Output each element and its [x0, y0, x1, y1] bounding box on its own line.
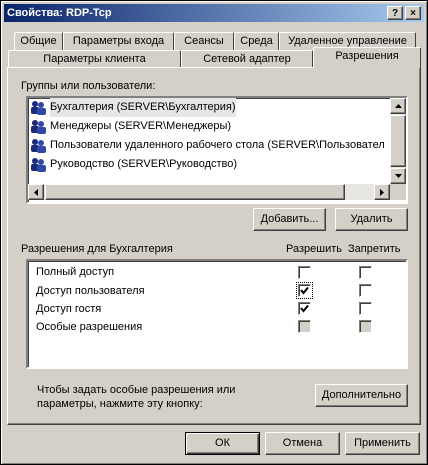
advanced-hint-line1: Чтобы задать особые разрешения или: [37, 384, 236, 396]
allow-checkbox-full-access[interactable]: [298, 266, 311, 279]
scroll-down-arrow-icon[interactable]: [390, 168, 406, 184]
allow-checkbox-guest-access[interactable]: [298, 302, 311, 315]
list-item-label: Бухгалтерия (SERVER\Бухгалтерия): [50, 98, 236, 117]
apply-button[interactable]: Применить: [345, 432, 420, 455]
list-item[interactable]: Пользователи удаленного рабочего стола (…: [30, 136, 385, 155]
permission-name: Доступ пользователя: [36, 285, 145, 297]
deny-checkbox-full-access[interactable]: [359, 266, 372, 279]
user-group-icon: [31, 101, 46, 115]
deny-checkbox-special: [359, 320, 372, 333]
list-item-label: Менеджеры (SERVER\Менеджеры): [50, 120, 232, 132]
scroll-up-arrow-icon[interactable]: [390, 98, 406, 114]
allow-checkbox-special: [298, 320, 311, 333]
scrollbar-corner: [390, 184, 406, 200]
permission-name: Полный доступ: [36, 266, 115, 278]
title-bar: Свойства: RDP-Tcp ? ×: [4, 4, 424, 22]
list-item[interactable]: Руководство (SERVER\Руководство): [30, 155, 237, 174]
tab-environment[interactable]: Среда: [234, 32, 279, 50]
user-group-icon: [31, 158, 46, 172]
permission-name: Доступ гостя: [36, 303, 102, 315]
add-button[interactable]: Добавить...: [253, 208, 326, 231]
close-button[interactable]: ×: [405, 6, 421, 20]
advanced-hint-line2: параметры, нажмите эту кнопку:: [37, 398, 203, 410]
help-button[interactable]: ?: [387, 6, 403, 20]
remove-button[interactable]: Удалить: [335, 208, 408, 231]
ok-button-label: ОК: [215, 437, 230, 449]
scroll-right-arrow-icon[interactable]: [374, 184, 390, 200]
tab-client-settings[interactable]: Параметры клиента: [8, 50, 181, 68]
list-item-label: Пользователи удаленного рабочего стола (…: [50, 139, 385, 151]
checkmark-icon: [300, 286, 309, 295]
advanced-button[interactable]: Дополнительно: [315, 384, 408, 407]
apply-button-label: Применить: [354, 437, 411, 449]
permissions-list: Полный доступ Доступ пользователя Доступ…: [26, 259, 408, 369]
checkmark-icon: [300, 304, 309, 313]
ok-button[interactable]: ОК: [185, 432, 260, 455]
window-title: Свойства: RDP-Tcp: [7, 7, 112, 19]
deny-checkbox-user-access[interactable]: [359, 284, 372, 297]
allow-column-header: Разрешить: [286, 243, 342, 255]
remove-button-label: Удалить: [350, 213, 393, 225]
horizontal-scrollbar[interactable]: [28, 184, 390, 200]
scroll-thumb[interactable]: [45, 184, 345, 200]
scroll-left-arrow-icon[interactable]: [28, 184, 44, 200]
add-button-label: Добавить...: [260, 213, 319, 225]
list-item[interactable]: Менеджеры (SERVER\Менеджеры): [30, 117, 231, 136]
scroll-thumb[interactable]: [390, 115, 406, 167]
cancel-button-label: Отмена: [282, 437, 323, 449]
vertical-scrollbar[interactable]: [390, 98, 406, 184]
properties-dialog: Свойства: RDP-Tcp ? × Общие Параметры вх…: [0, 0, 428, 465]
list-item-label: Руководство (SERVER\Руководство): [50, 158, 238, 170]
allow-checkbox-user-access[interactable]: [296, 282, 313, 299]
user-group-icon: [31, 120, 46, 134]
deny-checkbox-guest-access[interactable]: [359, 302, 372, 315]
list-item[interactable]: Бухгалтерия (SERVER\Бухгалтерия): [30, 98, 236, 117]
advanced-button-label: Дополнительно: [321, 389, 402, 401]
permissions-label: Разрешения для Бухгалтерия: [21, 243, 173, 255]
groups-listbox[interactable]: Бухгалтерия (SERVER\Бухгалтерия) Менедже…: [26, 96, 408, 204]
groups-label: Группы или пользователи:: [21, 80, 156, 92]
permission-name: Особые разрешения: [36, 321, 143, 333]
tab-general[interactable]: Общие: [14, 32, 63, 50]
tab-logon-settings[interactable]: Параметры входа: [63, 32, 174, 50]
cancel-button[interactable]: Отмена: [265, 432, 340, 455]
tab-sessions[interactable]: Сеансы: [174, 32, 234, 50]
user-group-icon: [31, 139, 46, 153]
tab-permissions[interactable]: Разрешения: [313, 47, 421, 68]
deny-column-header: Запретить: [348, 243, 401, 255]
tab-network-adapter[interactable]: Сетевой адаптер: [181, 50, 313, 68]
